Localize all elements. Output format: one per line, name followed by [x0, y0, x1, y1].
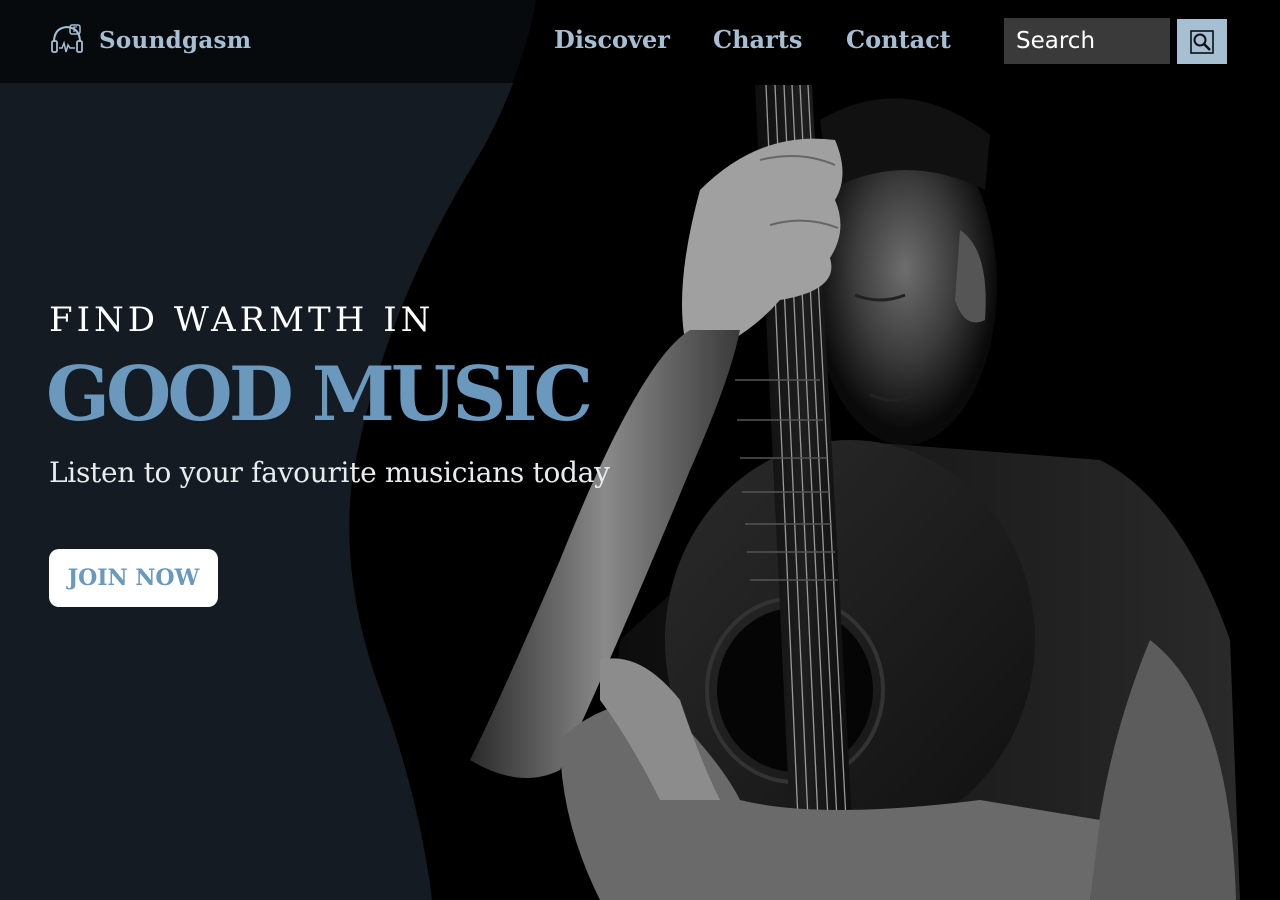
search-icon	[1190, 29, 1214, 54]
join-now-button[interactable]: JOIN NOW	[49, 549, 218, 607]
brand-name: Soundgasm	[99, 26, 252, 54]
hero-panel	[0, 0, 536, 900]
hero-kicker: FIND WARMTH IN	[49, 300, 435, 340]
search-input[interactable]	[1004, 18, 1170, 64]
hero-title: GOOD MUSIC	[46, 350, 593, 438]
nav-link-charts[interactable]: Charts	[713, 22, 802, 58]
top-navigation-bar: Soundgasm Discover Charts Contact	[0, 0, 1280, 83]
hero-background	[0, 0, 1280, 900]
elephant-headphones-logo-icon	[51, 24, 83, 53]
hero-subtitle: Listen to your favourite musicians today	[49, 456, 610, 489]
search-button[interactable]	[1177, 19, 1227, 64]
nav-link-contact[interactable]: Contact	[846, 22, 951, 58]
brand-home-link[interactable]: Soundgasm	[49, 20, 251, 60]
nav-link-discover[interactable]: Discover	[554, 22, 670, 58]
